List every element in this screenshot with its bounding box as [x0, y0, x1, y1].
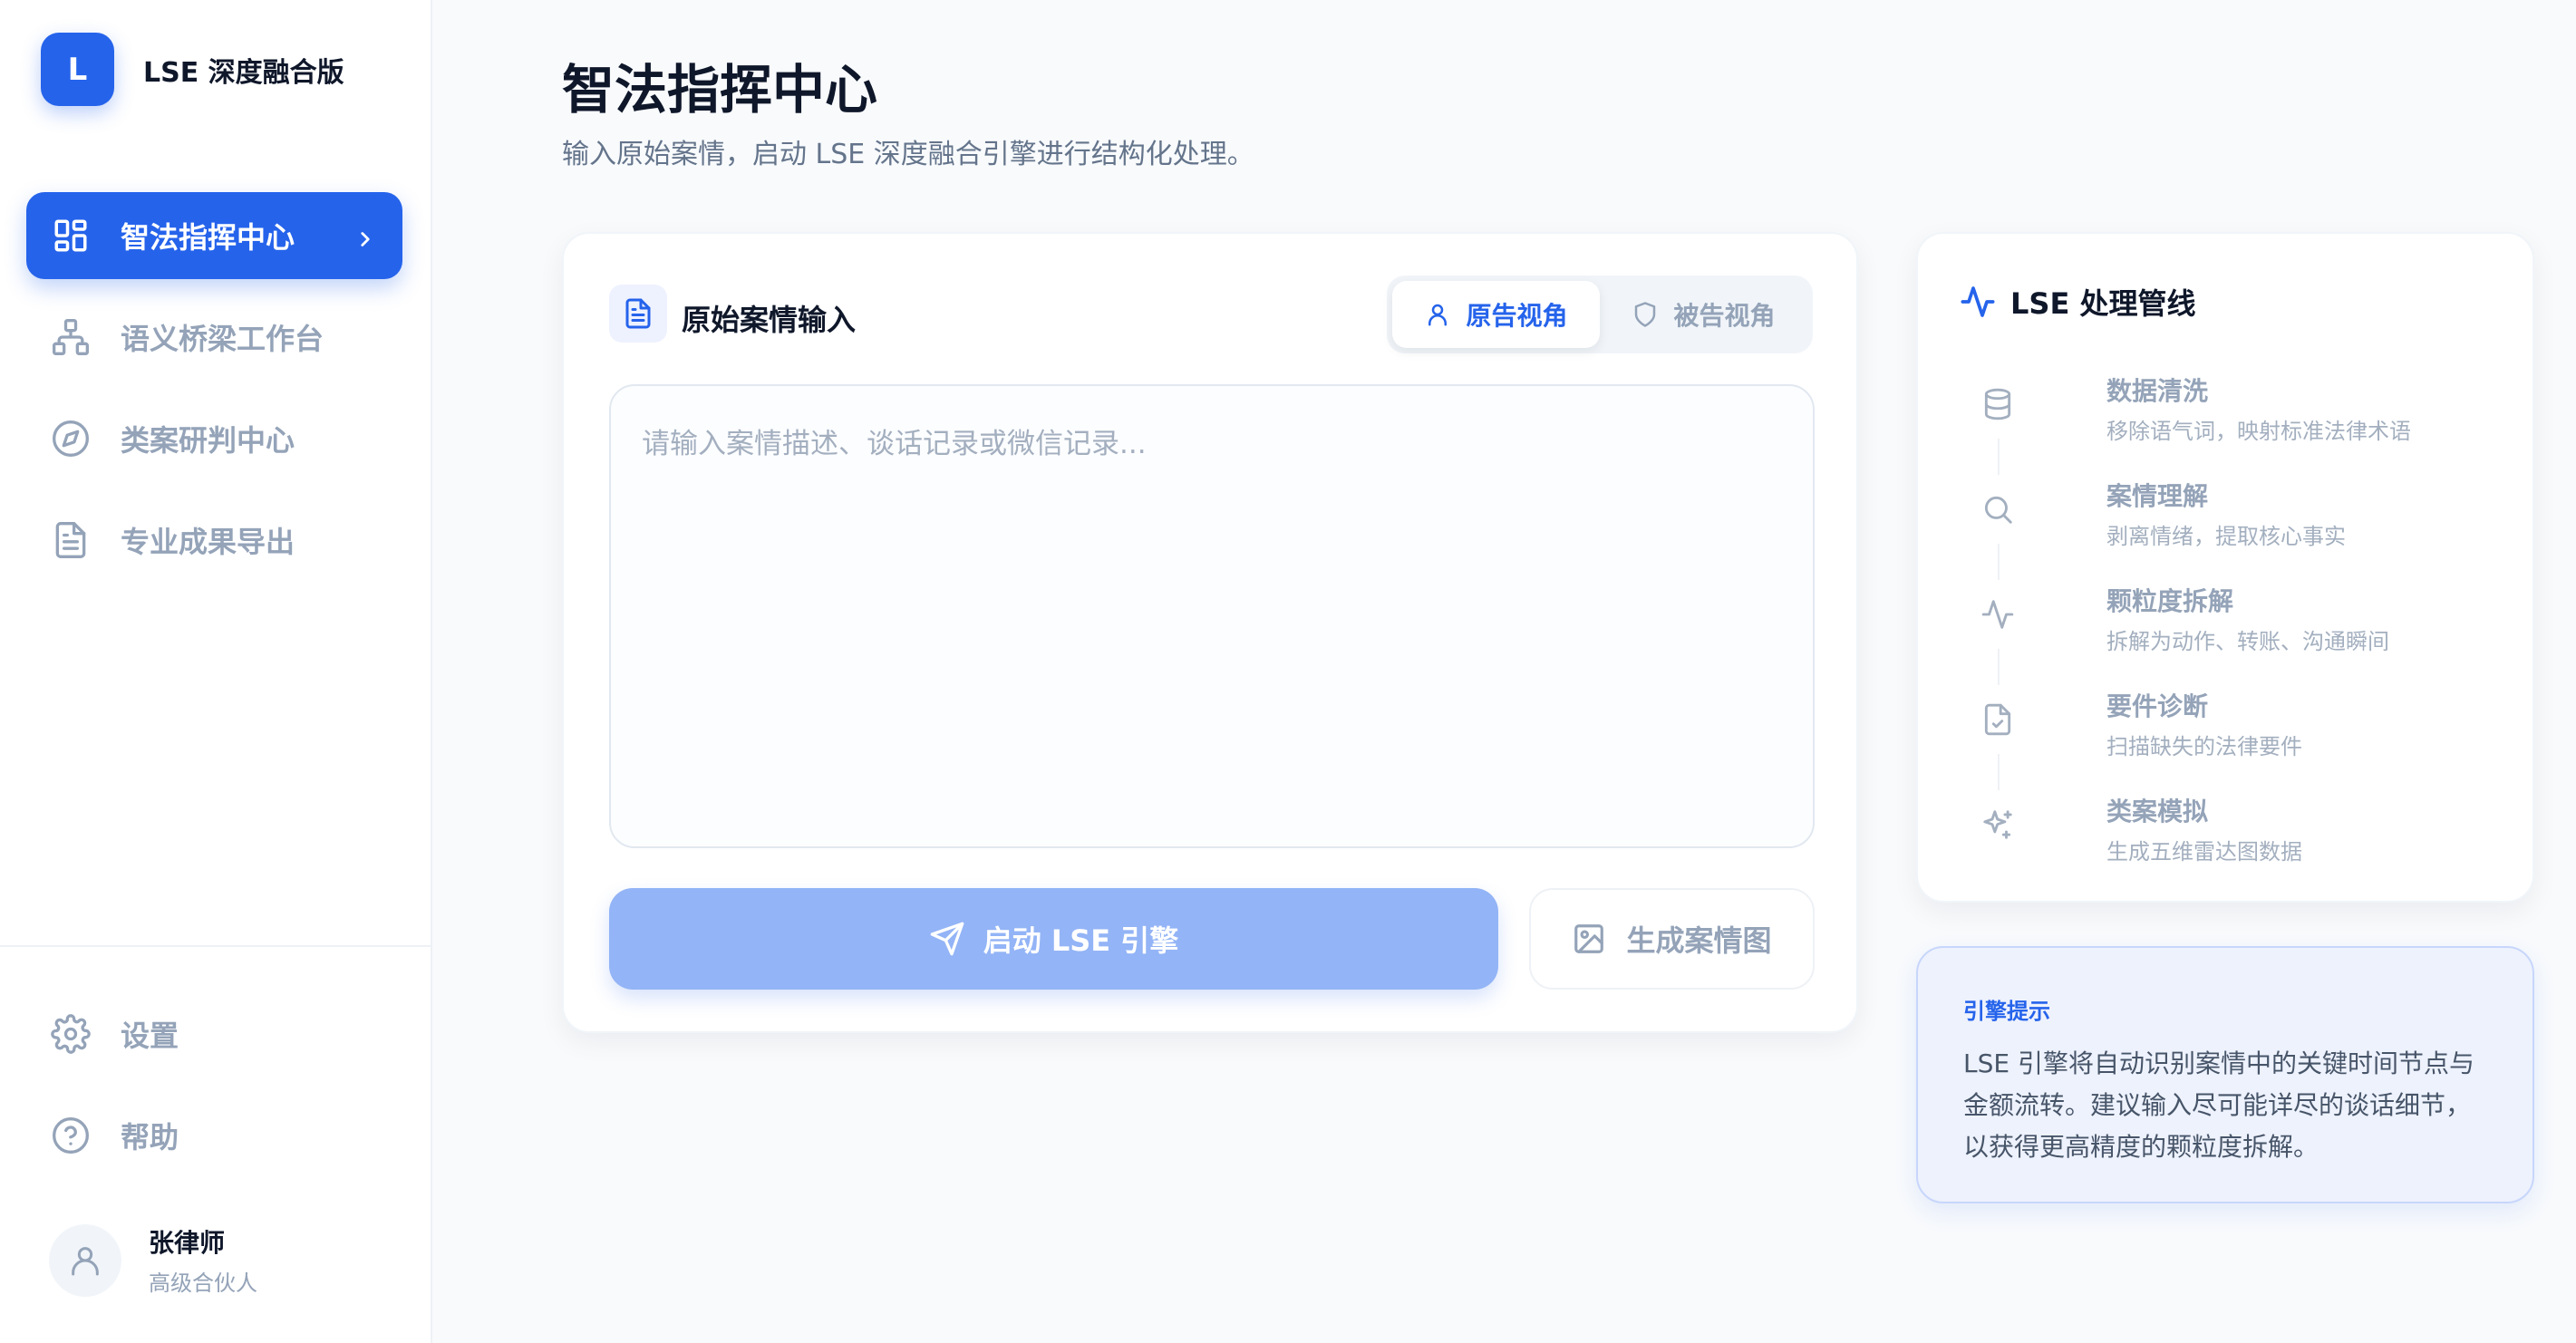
step-title: 类案模拟 — [2106, 797, 2209, 826]
start-engine-label: 启动 LSE 引擎 — [983, 923, 1179, 958]
compass-icon — [50, 418, 92, 459]
sidebar-item-label: 智法指挥中心 — [121, 220, 295, 255]
avatar — [49, 1223, 121, 1297]
card-title: 原始案情输入 — [682, 303, 857, 337]
step-title: 数据清洗 — [2106, 376, 2209, 406]
sidebar-bottom-nav: 设置 帮助 — [26, 990, 402, 1193]
step-title: 要件诊断 — [2106, 691, 2209, 721]
step-title: 案情理解 — [2106, 481, 2209, 511]
step-desc: 扫描缺失的法律要件 — [2106, 734, 2302, 759]
sparkles-icon — [1963, 790, 2032, 859]
perspective-toggle: 原告视角 被告视角 — [1387, 275, 1813, 353]
database-icon — [1963, 370, 2032, 439]
sidebar-item-label: 语义桥梁工作台 — [121, 322, 324, 356]
profile-role: 高级合伙人 — [149, 1271, 257, 1296]
gear-icon — [50, 1013, 92, 1055]
pipeline-step-cleaning: 数据清洗 移除语气词，映射标准法律术语 — [1963, 370, 2507, 451]
sidebar-item-command-center[interactable]: 智法指挥中心 — [26, 192, 402, 279]
tip-title: 引擎提示 — [1963, 999, 2050, 1024]
case-input-card: 原始案情输入 原告视角 被告视角 启动 LSE 引擎 — [562, 232, 1858, 1033]
grid-icon — [50, 215, 92, 256]
step-desc: 移除语气词，映射标准法律术语 — [2106, 419, 2411, 444]
file-text-icon — [50, 519, 92, 561]
step-desc: 剥离情绪，提取核心事实 — [2106, 524, 2346, 549]
profile-text: 张律师 高级合伙人 — [149, 1223, 257, 1297]
pipeline-step-simulation: 类案模拟 生成五维雷达图数据 — [1963, 790, 2507, 872]
brand-logo: L — [41, 33, 114, 106]
profile-name: 张律师 — [149, 1228, 226, 1258]
case-description-input[interactable] — [609, 384, 1815, 848]
generate-case-map-label: 生成案情图 — [1626, 923, 1772, 958]
activity-icon — [1963, 580, 2032, 649]
sidebar-item-label: 设置 — [121, 1019, 179, 1053]
image-icon — [1574, 924, 1604, 953]
tab-defendant-view[interactable]: 被告视角 — [1600, 281, 1807, 348]
step-desc: 生成五维雷达图数据 — [2106, 839, 2302, 865]
start-engine-button[interactable]: 启动 LSE 引擎 — [609, 888, 1498, 990]
user-icon — [72, 1246, 99, 1275]
pipeline-step-diagnosis: 要件诊断 扫描缺失的法律要件 — [1963, 685, 2507, 767]
sidebar-item-settings[interactable]: 设置 — [26, 990, 402, 1077]
sidebar-nav: 智法指挥中心 语义桥梁工作台 类案研判中心 专业成果导出 — [26, 192, 402, 598]
send-icon — [930, 922, 964, 956]
shield-icon — [1635, 302, 1656, 327]
step-title: 颗粒度拆解 — [2106, 586, 2234, 616]
engine-tip-card: 引擎提示 LSE 引擎将自动识别案情中的关键时间节点与金额流转。建议输入尽可能详… — [1916, 946, 2534, 1203]
sidebar-item-semantic-bridge[interactable]: 语义桥梁工作台 — [26, 294, 402, 381]
pipeline-card: LSE 处理管线 数据清洗 移除语气词，映射标准法律术语 案情理解 剥离情绪，提… — [1916, 232, 2534, 903]
brand-name: LSE 深度融合版 — [143, 56, 344, 89]
tab-label: 原告视角 — [1466, 301, 1568, 331]
tab-plaintiff-view[interactable]: 原告视角 — [1392, 281, 1600, 348]
sidebar-item-label: 类案研判中心 — [121, 423, 295, 458]
page-subtitle: 输入原始案情，启动 LSE 深度融合引擎进行结构化处理。 — [562, 139, 1254, 170]
help-circle-icon — [50, 1115, 92, 1156]
pipeline-step-granularity: 颗粒度拆解 拆解为动作、转账、沟通瞬间 — [1963, 580, 2507, 662]
user-profile[interactable]: 张律师 高级合伙人 — [49, 1223, 257, 1297]
activity-icon — [1961, 286, 1995, 317]
tab-label: 被告视角 — [1673, 301, 1776, 331]
tip-body: LSE 引擎将自动识别案情中的关键时间节点与金额流转。建议输入尽可能详尽的谈话细… — [1963, 1048, 2474, 1162]
sidebar-item-help[interactable]: 帮助 — [26, 1092, 402, 1179]
sidebar-item-label: 帮助 — [121, 1120, 179, 1155]
brand[interactable]: L LSE 深度融合版 — [41, 33, 344, 106]
sidebar-item-label: 专业成果导出 — [121, 525, 295, 559]
app-root: L LSE 深度融合版 智法指挥中心 语义桥梁工作台 类案研判中心 专业成果导出… — [0, 0, 2576, 1343]
sitemap-icon — [50, 316, 92, 358]
user-icon — [1428, 304, 1448, 326]
pipeline-header: LSE 处理管线 — [1960, 281, 2195, 323]
sidebar-item-case-research[interactable]: 类案研判中心 — [26, 395, 402, 482]
step-desc: 拆解为动作、转账、沟通瞬间 — [2106, 629, 2389, 654]
pipeline-title: LSE 处理管线 — [2010, 286, 2196, 321]
page-title: 智法指挥中心 — [562, 59, 878, 121]
search-icon — [1963, 475, 2032, 544]
sidebar-divider — [0, 945, 431, 947]
sidebar: L LSE 深度融合版 智法指挥中心 语义桥梁工作台 类案研判中心 专业成果导出… — [0, 0, 432, 1343]
generate-case-map-button[interactable]: 生成案情图 — [1529, 888, 1815, 990]
document-icon — [609, 285, 667, 343]
file-check-icon — [1963, 685, 2032, 754]
chevron-right-icon — [353, 224, 377, 247]
sidebar-item-export[interactable]: 专业成果导出 — [26, 497, 402, 584]
pipeline-step-understanding: 案情理解 剥离情绪，提取核心事实 — [1963, 475, 2507, 556]
